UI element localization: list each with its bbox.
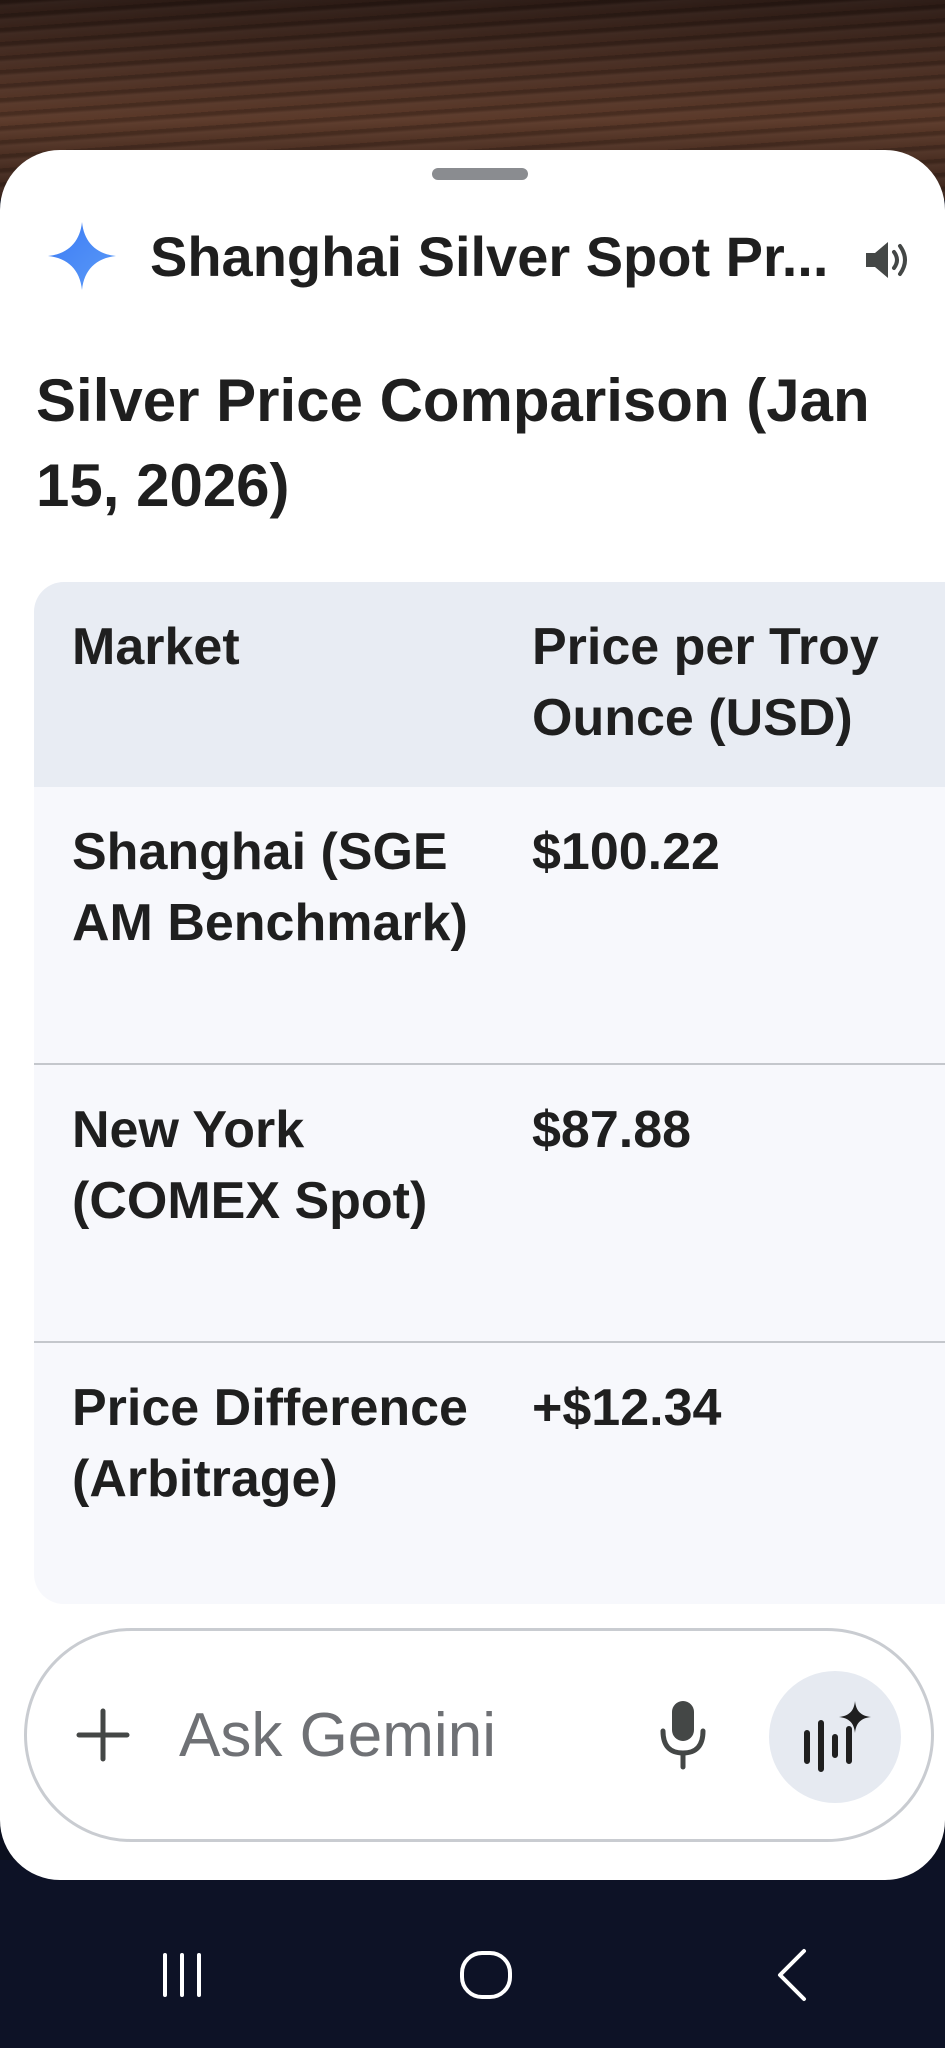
table-row: New York (COMEX Spot) $87.88 [34,1065,945,1343]
prompt-bar [24,1628,934,1842]
column-header-price: Price per Troy Ounce (USD) [532,618,879,747]
recents-icon [163,1953,201,1997]
table-header-row: Market Price per Troy Ounce (USD) [34,582,945,787]
gemini-live-icon [804,1701,871,1772]
table-row: Shanghai (SGE AM Benchmark) $100.22 [34,787,945,1065]
drag-handle[interactable] [432,168,528,180]
conversation-title[interactable]: Shanghai Silver Spot Pr... [150,222,828,292]
gemini-sparkle-icon [48,222,116,290]
microphone-icon[interactable] [655,1697,711,1773]
price-comparison-table: Market Price per Troy Ounce (USD) Shangh… [34,582,945,1604]
market-cell: New York (COMEX Spot) [72,1101,428,1230]
system-navigation-bar [0,1920,945,2030]
gemini-live-button[interactable] [769,1671,901,1803]
column-header-market: Market [72,618,240,676]
home-icon [460,1951,512,1999]
plus-icon[interactable] [75,1707,131,1763]
gemini-sheet: Shanghai Silver Spot Pr... Silver Price … [0,150,945,1880]
home-button[interactable] [426,1920,546,2030]
market-cell: Price Difference (Arbitrage) [72,1379,468,1508]
back-icon [778,1949,806,2001]
price-cell: +$12.34 [532,1379,722,1437]
ask-gemini-input[interactable] [179,1695,619,1775]
market-cell: Shanghai (SGE AM Benchmark) [72,823,468,952]
response-heading: Silver Price Comparison (Jan 15, 2026) [36,367,870,519]
speaker-icon[interactable] [862,236,914,284]
price-cell: $100.22 [532,823,720,881]
back-button[interactable] [732,1920,852,2030]
price-cell: $87.88 [532,1101,692,1159]
table-row: Price Difference (Arbitrage) +$12.34 [34,1343,945,1604]
recents-button[interactable] [122,1920,242,2030]
